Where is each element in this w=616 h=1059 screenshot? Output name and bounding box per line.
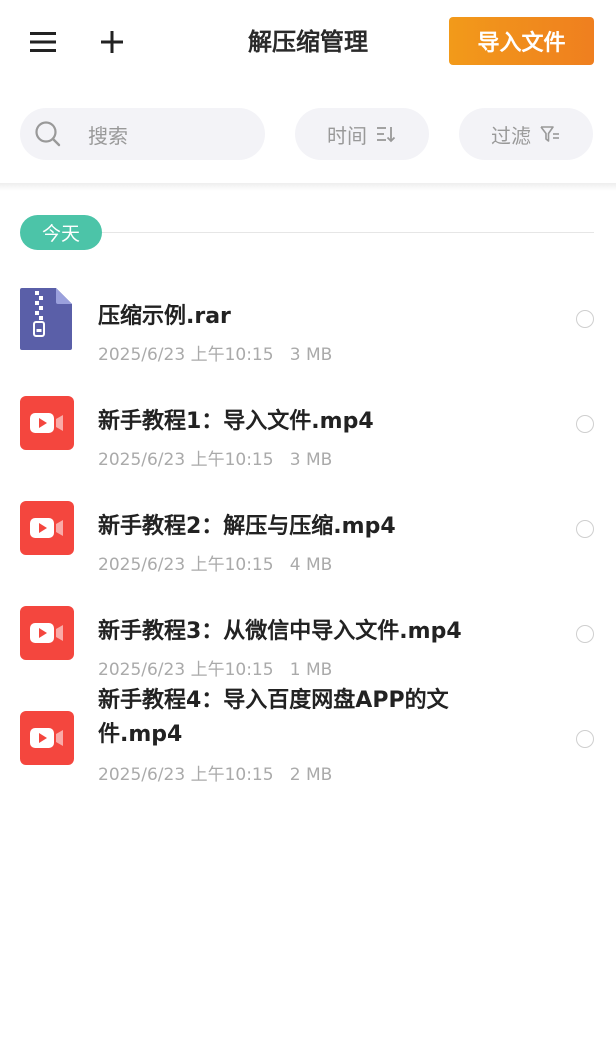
file-date: 2025/6/23 上午10:15 [98,345,274,365]
sort-time-label: 时间 [327,123,367,148]
video-file-icon [20,711,74,765]
file-name: 新手教程3：从微信中导入文件.mp4 [98,619,462,644]
select-radio[interactable] [576,730,594,748]
filter-button[interactable]: 过滤 [459,108,593,160]
file-meta: 2025/6/23 上午10:15 3 MB [98,340,332,365]
video-file-icon [20,606,74,660]
toolbar-divider [0,183,616,191]
video-file-icon [20,501,74,555]
file-size: 3 MB [289,345,333,365]
file-meta: 2025/6/23 上午10:15 3 MB [98,445,332,470]
file-meta: 2025/6/23 上午10:15 2 MB [98,760,332,785]
select-radio[interactable] [576,310,594,328]
file-meta: 2025/6/23 上午10:15 1 MB [98,655,332,680]
import-file-button[interactable]: 导入文件 [449,17,594,65]
select-radio[interactable] [576,415,594,433]
file-name: 新手教程1：导入文件.mp4 [98,409,374,434]
search-placeholder: 搜索 [88,123,128,148]
file-name: 新手教程2：解压与压缩.mp4 [98,514,396,539]
sort-icon [375,124,397,144]
file-row[interactable]: 新手教程2：解压与压缩.mp4 2025/6/23 上午10:15 4 MB [0,480,616,585]
file-date: 2025/6/23 上午10:15 [98,660,274,680]
file-size: 4 MB [289,555,333,575]
sort-time-button[interactable]: 时间 [295,108,429,160]
filter-icon [539,124,561,144]
file-size: 2 MB [289,765,333,785]
file-name: 压缩示例.rar [98,304,231,329]
select-radio[interactable] [576,520,594,538]
file-row[interactable]: 压缩示例.rar 2025/6/23 上午10:15 3 MB [0,270,616,375]
file-row[interactable]: 新手教程3：从微信中导入文件.mp4 2025/6/23 上午10:15 1 M… [0,585,616,690]
zip-file-icon [20,288,72,354]
file-date: 2025/6/23 上午10:15 [98,450,274,470]
file-date: 2025/6/23 上午10:15 [98,765,274,785]
filter-label: 过滤 [491,123,531,148]
video-file-icon [20,396,74,450]
file-name: 新手教程4：导入百度网盘APP的文件.mp4 [98,688,449,747]
file-row[interactable]: 新手教程1：导入文件.mp4 2025/6/23 上午10:15 3 MB [0,375,616,480]
file-meta: 2025/6/23 上午10:15 4 MB [98,550,332,575]
select-radio[interactable] [576,625,594,643]
file-size: 3 MB [289,450,333,470]
file-date: 2025/6/23 上午10:15 [98,555,274,575]
file-size: 1 MB [289,660,333,680]
section-today-chip: 今天 [20,215,102,250]
section-divider [102,232,594,233]
file-row[interactable]: 新手教程4：导入百度网盘APP的文件.mp4 2025/6/23 上午10:15… [0,688,616,795]
search-icon [34,120,62,148]
search-input[interactable]: 搜索 [20,108,265,160]
